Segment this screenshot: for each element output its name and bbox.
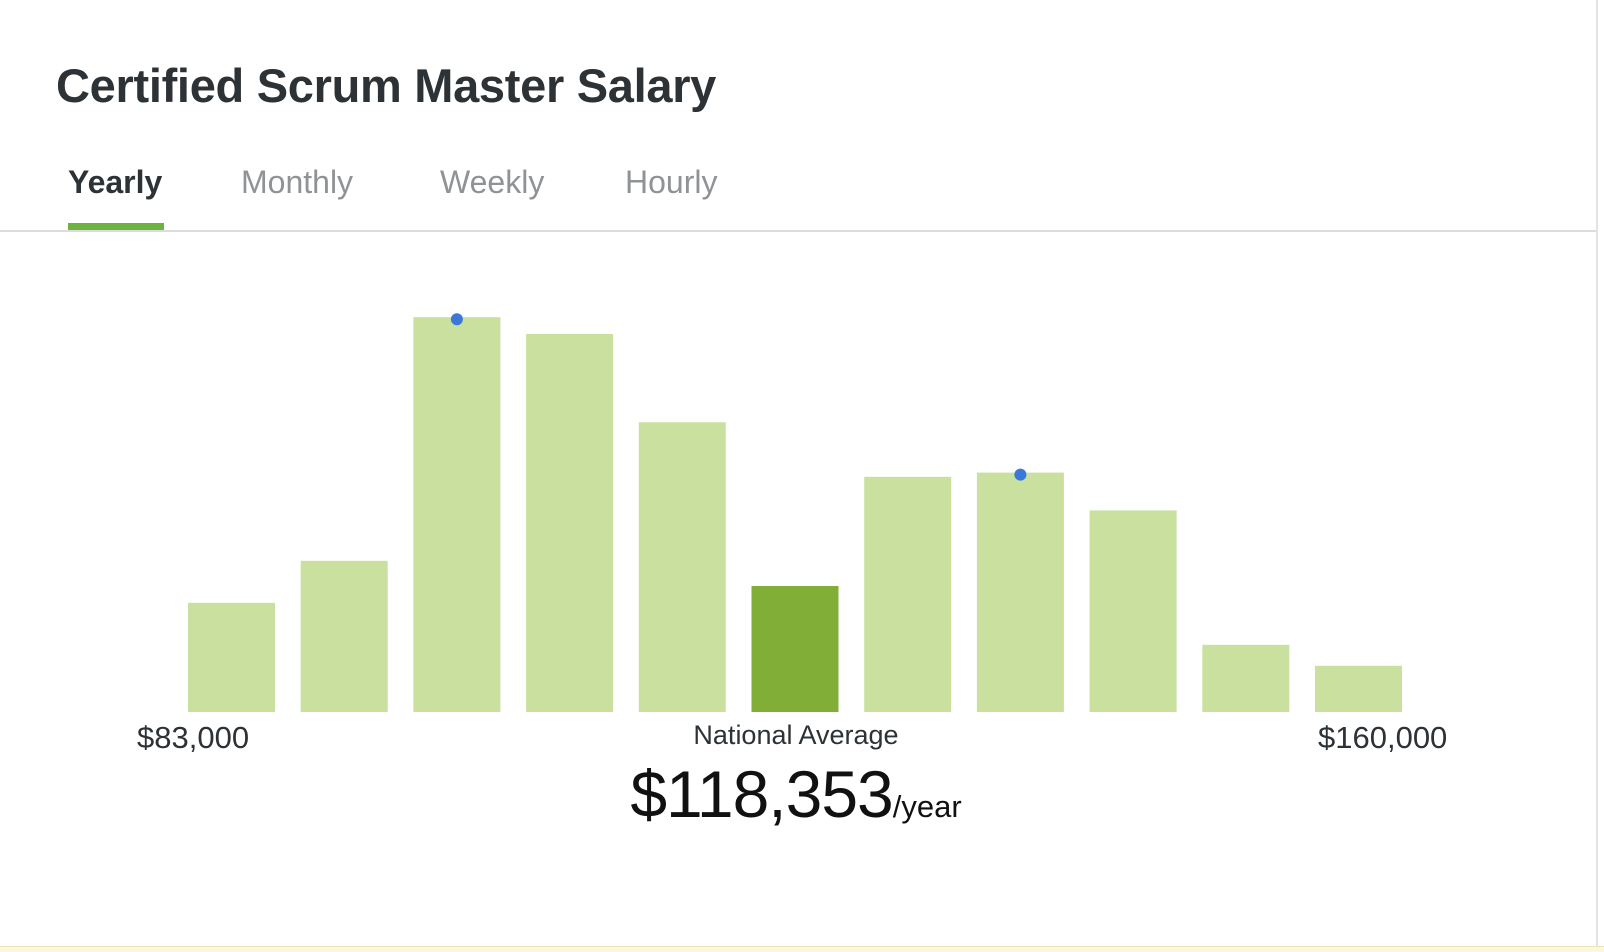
active-tab-indicator <box>68 223 164 230</box>
histogram-bar[interactable] <box>864 476 952 712</box>
range-min-label: $83,000 <box>137 720 250 755</box>
tab-yearly[interactable]: Yearly <box>68 164 162 201</box>
histogram-bar[interactable] <box>413 317 501 712</box>
range-max-label: $160,000 <box>1318 720 1448 755</box>
national-average-label: National Average <box>693 720 899 750</box>
page: Certified Scrum Master Salary Yearly Mon… <box>0 0 1604 952</box>
histogram-bar[interactable] <box>1315 665 1402 712</box>
histogram-bar[interactable] <box>1089 510 1177 712</box>
histogram-bar[interactable] <box>976 472 1064 712</box>
bottom-banner-edge <box>0 946 1604 952</box>
average-salary-unit: /year <box>892 789 962 824</box>
bar-marker-dot <box>450 313 463 326</box>
histogram-bar[interactable] <box>638 422 726 712</box>
salary-distribution-chart <box>188 313 1402 712</box>
page-title: Certified Scrum Master Salary <box>56 59 717 112</box>
histogram-bar[interactable] <box>526 334 614 712</box>
salary-card: Certified Scrum Master Salary Yearly Mon… <box>0 0 1598 946</box>
bar-marker-dot <box>1014 468 1027 481</box>
period-tabs: Yearly Monthly Weekly Hourly <box>0 160 1596 232</box>
tab-monthly[interactable]: Monthly <box>241 164 353 201</box>
national-average: $118,353/year <box>500 756 1092 832</box>
histogram-bar[interactable] <box>1202 644 1290 712</box>
histogram-bar[interactable] <box>188 602 275 712</box>
tab-hourly[interactable]: Hourly <box>625 164 717 201</box>
average-salary-value: $118,353 <box>630 757 893 831</box>
tab-weekly[interactable]: Weekly <box>440 164 544 201</box>
histogram-bar[interactable] <box>300 560 388 712</box>
histogram-bar-average[interactable] <box>751 586 839 712</box>
